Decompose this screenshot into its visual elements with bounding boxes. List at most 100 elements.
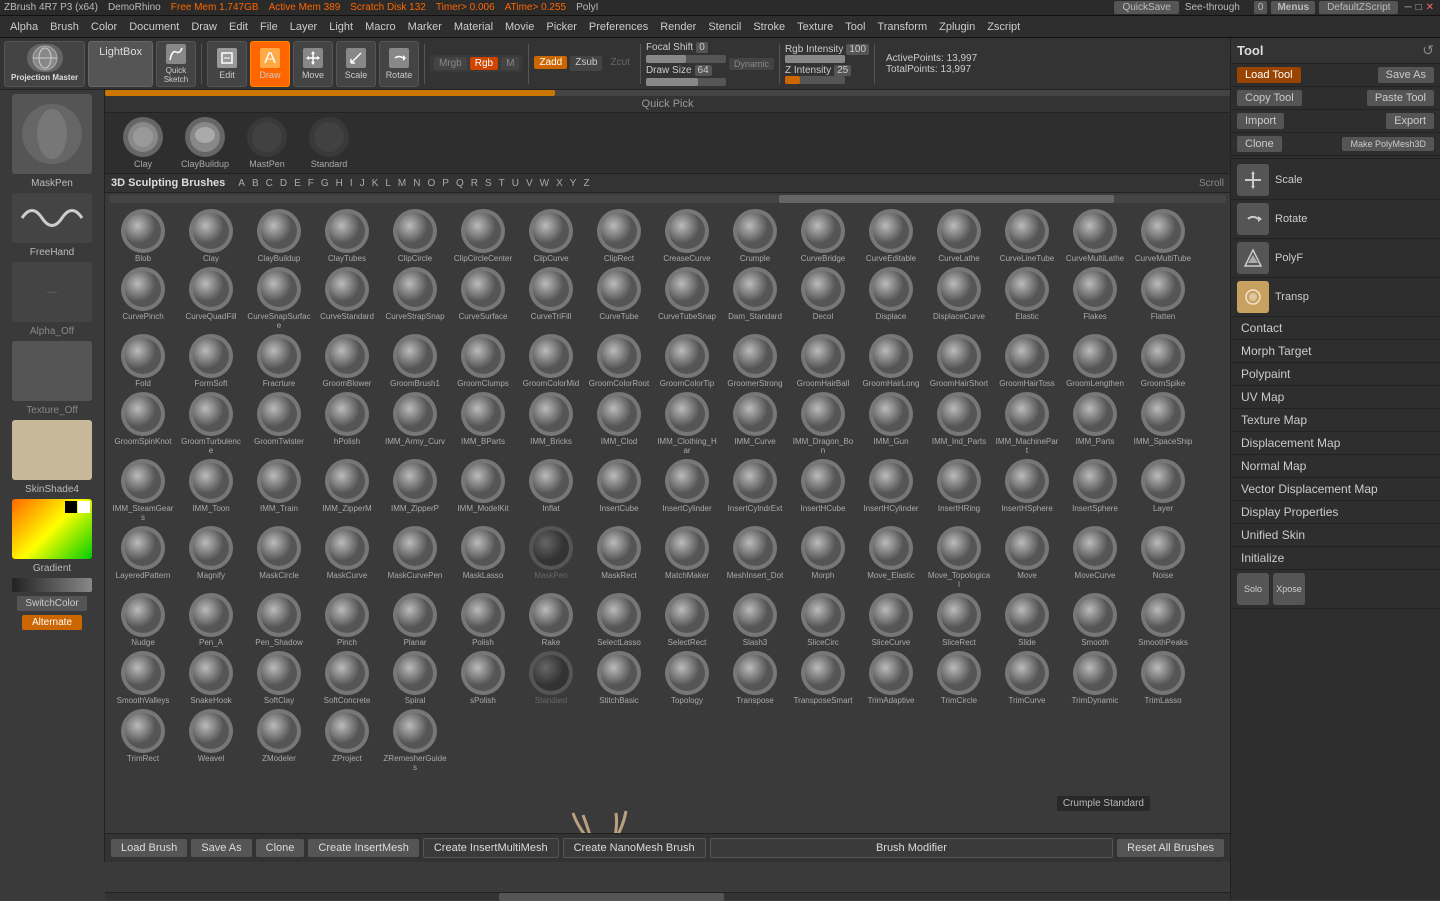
- brush-modifier-btn[interactable]: Brush Modifier: [710, 838, 1114, 858]
- brush-item-movecurve[interactable]: MoveCurve: [1061, 524, 1129, 591]
- right-menu-item-8[interactable]: Display Properties: [1231, 501, 1440, 524]
- focal-bar[interactable]: [646, 55, 726, 63]
- brush-item-slicerect[interactable]: SliceRect: [925, 591, 993, 649]
- brush-item-maskcurve[interactable]: MaskCurve: [313, 524, 381, 591]
- refresh-icon[interactable]: ↺: [1422, 42, 1434, 59]
- menus-btn[interactable]: Menus: [1271, 1, 1315, 14]
- brush-item-polish[interactable]: Polish: [449, 591, 517, 649]
- alpha-W[interactable]: W: [537, 178, 552, 189]
- brush-item-smoothvalleys[interactable]: SmoothValleys: [109, 649, 177, 707]
- brush-item-groomcolormid[interactable]: GroomColorMid: [517, 332, 585, 390]
- brush-item-imm_curve[interactable]: IMM_Curve: [721, 390, 789, 457]
- brush-item-curvesurface[interactable]: CurveSurface: [449, 265, 517, 332]
- brush-item-selectlasso[interactable]: SelectLasso: [585, 591, 653, 649]
- menu-movie[interactable]: Movie: [499, 19, 540, 35]
- menu-tool[interactable]: Tool: [839, 19, 871, 35]
- brush-item-elastic[interactable]: Elastic: [993, 265, 1061, 332]
- z-intensity-val[interactable]: 25: [834, 65, 851, 76]
- menu-file[interactable]: File: [254, 19, 284, 35]
- brush-item-groomclumps[interactable]: GroomClumps: [449, 332, 517, 390]
- brush-item-flatten[interactable]: Flatten: [1129, 265, 1197, 332]
- brush-item-imm_dragon_bon[interactable]: IMM_Dragon_Bon: [789, 390, 857, 457]
- brush-item-transpose[interactable]: Transpose: [721, 649, 789, 707]
- quick-sketch-btn[interactable]: Quick Sketch: [156, 41, 196, 87]
- brush-item-insertcube[interactable]: InsertCube: [585, 457, 653, 524]
- brush-item-groomhairtoss[interactable]: GroomHairToss: [993, 332, 1061, 390]
- menu-layer[interactable]: Layer: [284, 19, 324, 35]
- brush-item-softconcrete[interactable]: SoftConcrete: [313, 649, 381, 707]
- brush-item-inserthsphere[interactable]: InsertHSphere: [993, 457, 1061, 524]
- brush-item-fold[interactable]: Fold: [109, 332, 177, 390]
- brush-item-curvesnapsurface[interactable]: CurveSnapSurface: [245, 265, 313, 332]
- menu-preferences[interactable]: Preferences: [583, 19, 654, 35]
- brush-item-slash3[interactable]: Slash3: [721, 591, 789, 649]
- alpha-V[interactable]: V: [523, 178, 536, 189]
- scale-btn[interactable]: Scale: [336, 41, 376, 87]
- brush-preview[interactable]: [12, 94, 92, 174]
- draw-size-val[interactable]: 64: [695, 65, 712, 76]
- brush-item-move_elastic[interactable]: Move_Elastic: [857, 524, 925, 591]
- brush-item-morph[interactable]: Morph: [789, 524, 857, 591]
- brush-item-groomcolorroot[interactable]: GroomColorRoot: [585, 332, 653, 390]
- alpha-B[interactable]: B: [249, 178, 262, 189]
- menu-brush[interactable]: Brush: [44, 19, 85, 35]
- brush-item-zmodeler[interactable]: ZModeler: [245, 707, 313, 774]
- brush-item-inserthring[interactable]: InsertHRing: [925, 457, 993, 524]
- brush-item-layeredpattern[interactable]: LayeredPattern: [109, 524, 177, 591]
- brush-item-imm_gun[interactable]: IMM_Gun: [857, 390, 925, 457]
- brush-item-clipcurve[interactable]: ClipCurve: [517, 207, 585, 265]
- brush-item-imm_zipperm[interactable]: IMM_ZipperM: [313, 457, 381, 524]
- copy-tool-btn[interactable]: Copy Tool: [1237, 90, 1302, 106]
- brush-item-blob[interactable]: Blob: [109, 207, 177, 265]
- import-btn[interactable]: Import: [1237, 113, 1284, 129]
- win-minimize[interactable]: ─: [1404, 2, 1411, 13]
- menu-edit[interactable]: Edit: [223, 19, 254, 35]
- move-btn[interactable]: Move: [293, 41, 333, 87]
- brush-item-move[interactable]: Move: [993, 524, 1061, 591]
- right-menu-item-6[interactable]: Normal Map: [1231, 455, 1440, 478]
- brush-item-imm_clod[interactable]: IMM_Clod: [585, 390, 653, 457]
- alpha-A[interactable]: A: [235, 178, 248, 189]
- brush-item-groomspinknot[interactable]: GroomSpinKnot: [109, 390, 177, 457]
- menu-draw[interactable]: Draw: [185, 19, 223, 35]
- brush-item-groomcolortip[interactable]: GroomColorTip: [653, 332, 721, 390]
- alpha-N[interactable]: N: [410, 178, 423, 189]
- brush-item-flakes[interactable]: Flakes: [1061, 265, 1129, 332]
- brush-item-pen_shadow[interactable]: Pen_Shadow: [245, 591, 313, 649]
- brush-item-formsoft[interactable]: FormSoft: [177, 332, 245, 390]
- canvas-area[interactable]: Crumple Standard: [105, 776, 1230, 833]
- menu-alpha[interactable]: Alpha: [4, 19, 44, 35]
- brush-item-imm_modelkit[interactable]: IMM_ModelKit: [449, 457, 517, 524]
- qp-mastpen[interactable]: MastPen: [237, 117, 297, 169]
- menu-document[interactable]: Document: [123, 19, 185, 35]
- brush-item-move_topological[interactable]: Move_Topological: [925, 524, 993, 591]
- alpha-T[interactable]: T: [496, 178, 508, 189]
- rgb-intensity-bar[interactable]: [785, 55, 845, 63]
- scale-side-icon[interactable]: [1237, 164, 1269, 196]
- brush-item-crumple[interactable]: Crumple: [721, 207, 789, 265]
- brush-item-topology[interactable]: Topology: [653, 649, 721, 707]
- alpha-D[interactable]: D: [277, 178, 290, 189]
- brush-item-insertsphere[interactable]: InsertSphere: [1061, 457, 1129, 524]
- brush-item-trimadaptive[interactable]: TrimAdaptive: [857, 649, 925, 707]
- brush-item-softclay[interactable]: SoftClay: [245, 649, 313, 707]
- brush-item-maskcurvepen[interactable]: MaskCurvePen: [381, 524, 449, 591]
- brush-item-imm_clothing_har[interactable]: IMM_Clothing_Har: [653, 390, 721, 457]
- brush-item-nudge[interactable]: Nudge: [109, 591, 177, 649]
- brush-item-imm_train[interactable]: IMM_Train: [245, 457, 313, 524]
- menu-picker[interactable]: Picker: [540, 19, 583, 35]
- right-menu-item-7[interactable]: Vector Displacement Map: [1231, 478, 1440, 501]
- menu-marker[interactable]: Marker: [402, 19, 448, 35]
- brush-item-maskrect[interactable]: MaskRect: [585, 524, 653, 591]
- switch-color-btn[interactable]: SwitchColor: [17, 596, 86, 611]
- qp-standard[interactable]: Standard: [299, 117, 359, 169]
- brush-item-spolish[interactable]: sPolish: [449, 649, 517, 707]
- brush-item-insertcylinder[interactable]: InsertCylinder: [653, 457, 721, 524]
- brush-item-curvestandard[interactable]: CurveStandard: [313, 265, 381, 332]
- z-intensity-bar[interactable]: [785, 76, 845, 84]
- brush-item-slide[interactable]: Slide: [993, 591, 1061, 649]
- brush-item-groomhairshort[interactable]: GroomHairShort: [925, 332, 993, 390]
- brush-item-magnify[interactable]: Magnify: [177, 524, 245, 591]
- gradient-bar[interactable]: [12, 578, 92, 592]
- brush-item-dam_standard[interactable]: Dam_Standard: [721, 265, 789, 332]
